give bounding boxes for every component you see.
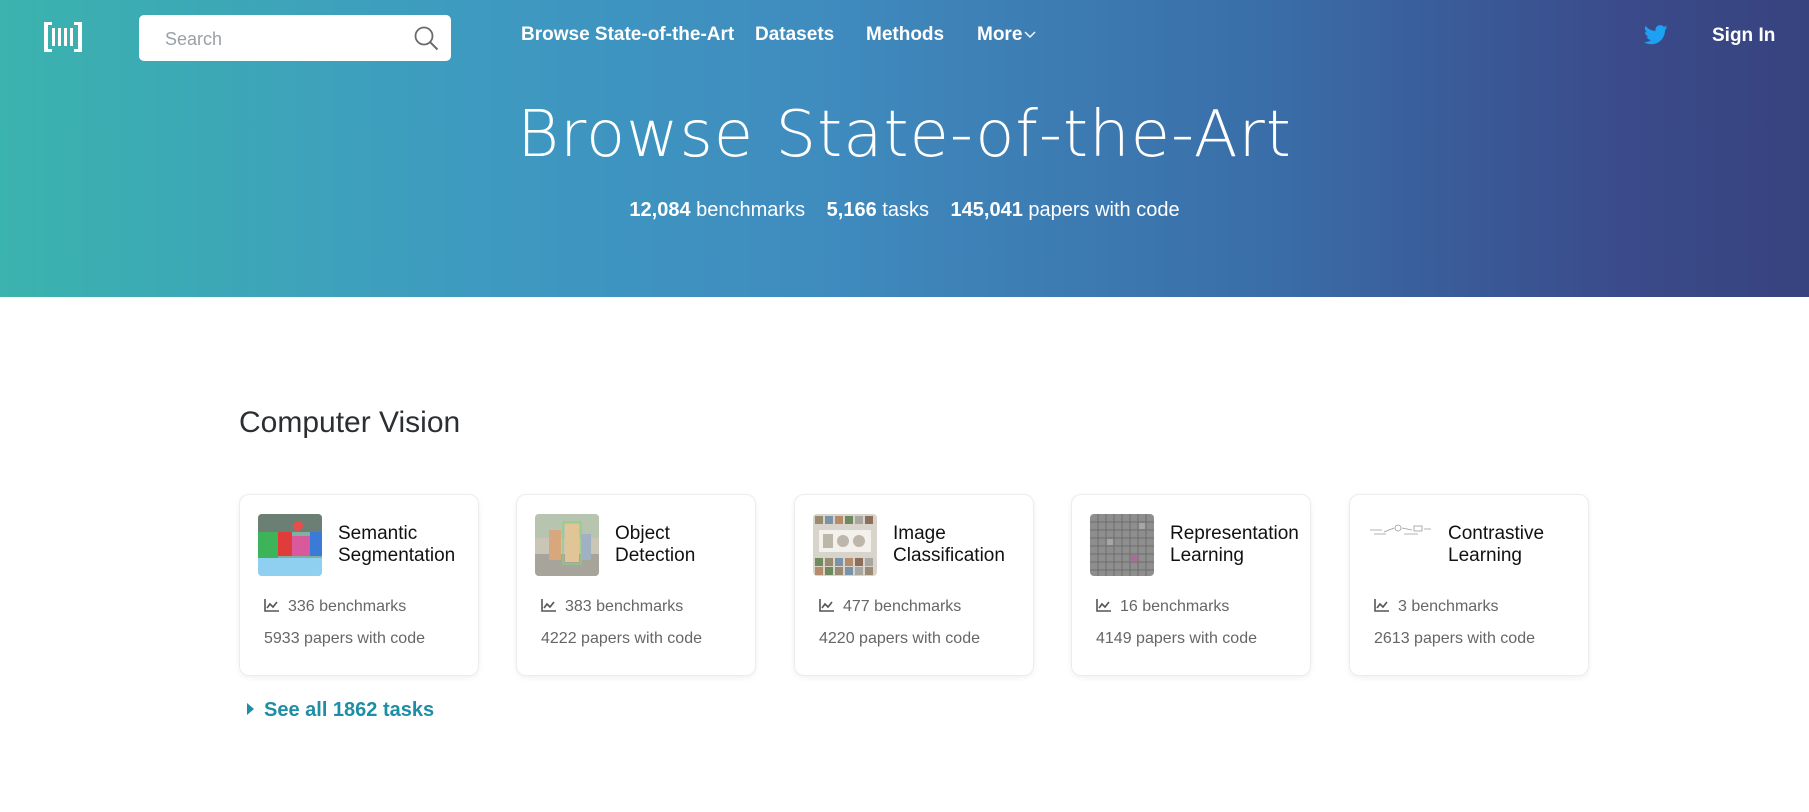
- see-all-tasks-link[interactable]: See all 1862 tasks: [247, 699, 434, 722]
- chevron-down-icon: [1024, 31, 1036, 38]
- twitter-icon[interactable]: [1644, 25, 1668, 45]
- task-papers: 4220 papers with code: [819, 630, 980, 647]
- line-chart-icon: [1374, 599, 1389, 612]
- task-benchmarks: 477 benchmarks: [819, 598, 961, 616]
- representation-thumbnail: [1090, 514, 1154, 576]
- nav-browse-sota[interactable]: Browse State-of-the-Art: [521, 24, 734, 46]
- task-title: Contrastive Learning: [1448, 523, 1545, 566]
- search-box: [139, 15, 451, 61]
- contrastive-thumbnail: [1368, 514, 1432, 576]
- task-title: Representation Learning: [1170, 523, 1299, 566]
- papers-with-code-logo-icon[interactable]: [44, 22, 82, 52]
- task-papers: 4149 papers with code: [1096, 630, 1257, 647]
- task-card-contrastive-learning[interactable]: Contrastive Learning 3 benchmarks 2613 p…: [1349, 494, 1589, 676]
- nav-datasets[interactable]: Datasets: [755, 24, 834, 46]
- task-title: Semantic Segmentation: [338, 523, 456, 566]
- hero-banner: Browse State-of-the-Art Datasets Methods…: [0, 0, 1809, 297]
- line-chart-icon: [264, 599, 279, 612]
- task-card-representation-learning[interactable]: Representation Learning 16 benchmarks 41…: [1071, 494, 1311, 676]
- nav-more[interactable]: More: [977, 24, 1036, 46]
- search-input[interactable]: [163, 24, 397, 54]
- stat-tasks: 5,166 tasks: [826, 199, 929, 221]
- line-chart-icon: [541, 599, 556, 612]
- task-card-object-detection[interactable]: Object Detection 383 benchmarks 4222 pap…: [516, 494, 756, 676]
- page-title: Browse State-of-the-Art: [517, 98, 1292, 172]
- task-card-semantic-segmentation[interactable]: Semantic Segmentation 336 benchmarks 593…: [239, 494, 479, 676]
- segmentation-thumbnail: [258, 514, 322, 576]
- task-title: Image Classification: [893, 523, 1005, 566]
- task-benchmarks: 16 benchmarks: [1096, 598, 1229, 616]
- site-stats: 12,084 benchmarks 5,166 tasks 145,041 pa…: [0, 199, 1809, 222]
- stat-benchmarks: 12,084 benchmarks: [629, 199, 806, 221]
- nav-methods[interactable]: Methods: [866, 24, 944, 46]
- caret-right-icon: [247, 703, 254, 715]
- detection-thumbnail: [535, 514, 599, 576]
- task-papers: 2613 papers with code: [1374, 630, 1535, 647]
- nav-more-label: More: [977, 24, 1023, 45]
- see-all-label: See all 1862 tasks: [264, 699, 435, 721]
- sign-in-link[interactable]: Sign In: [1712, 25, 1775, 47]
- task-benchmarks: 336 benchmarks: [264, 598, 406, 616]
- task-card-image-classification[interactable]: Image Classification 477 benchmarks 4220…: [794, 494, 1034, 676]
- task-benchmarks: 3 benchmarks: [1374, 598, 1499, 616]
- task-benchmarks: 383 benchmarks: [541, 598, 683, 616]
- stat-papers: 145,041 papers with code: [950, 199, 1180, 221]
- search-icon[interactable]: [413, 25, 439, 51]
- task-papers: 5933 papers with code: [264, 630, 425, 647]
- section-title: Computer Vision: [239, 406, 461, 439]
- task-title: Object Detection: [615, 523, 696, 566]
- line-chart-icon: [819, 599, 834, 612]
- classification-thumbnail: [813, 514, 877, 576]
- task-papers: 4222 papers with code: [541, 630, 702, 647]
- line-chart-icon: [1096, 599, 1111, 612]
